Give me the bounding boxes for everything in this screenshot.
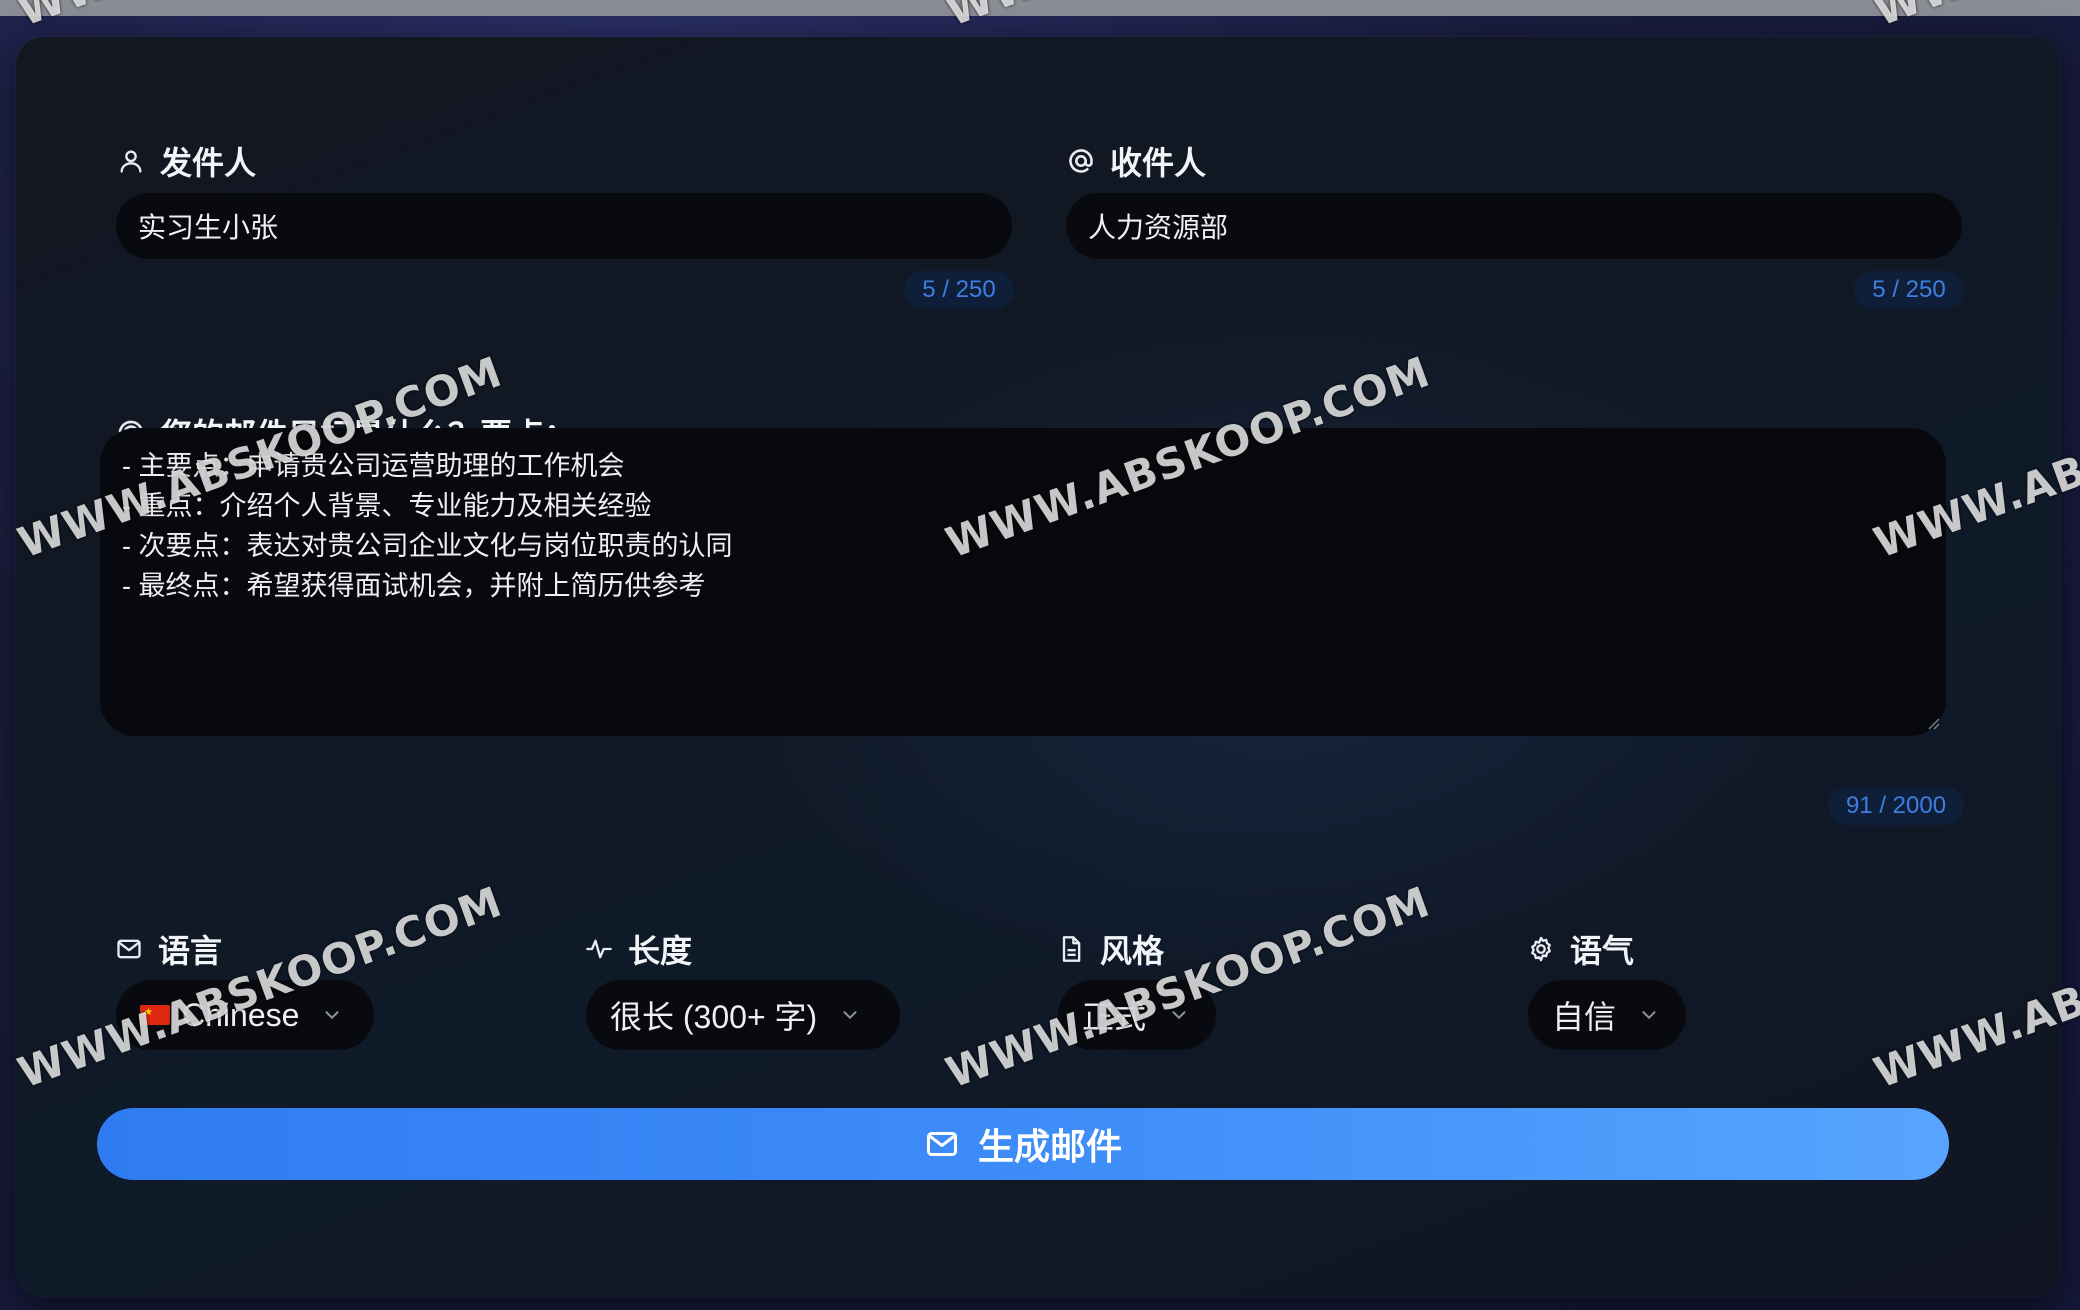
tone-select[interactable]: 自信 xyxy=(1528,980,1686,1050)
chevron-down-icon xyxy=(321,1004,343,1026)
chevron-down-icon xyxy=(1638,1004,1660,1026)
activity-icon xyxy=(584,934,614,964)
language-select-value: Chinese xyxy=(182,996,300,1033)
sender-label-text: 发件人 xyxy=(160,145,257,181)
language-label-text: 语言 xyxy=(158,933,223,969)
resize-handle-icon[interactable] xyxy=(1926,716,1940,730)
goal-textarea[interactable]: - 主要点：申请贵公司运营助理的工作机会 - 重点：介绍个人背景、专业能力及相关… xyxy=(100,428,1946,736)
goal-line: - 次要点：表达对贵公司企业文化与岗位职责的认同 xyxy=(122,531,733,561)
recipient-input[interactable]: 人力资源部 xyxy=(1066,193,1962,259)
mail-icon xyxy=(924,1126,960,1162)
chevron-down-icon xyxy=(839,1004,861,1026)
goal-char-counter: 91 / 2000 xyxy=(1828,787,1964,825)
generate-email-label: 生成邮件 xyxy=(977,1126,1122,1167)
language-select[interactable]: ★ Chinese xyxy=(116,980,374,1050)
recipient-label-text: 收件人 xyxy=(1110,145,1207,181)
china-flag-icon: ★ xyxy=(140,1005,170,1025)
user-icon xyxy=(116,146,146,176)
style-select-value: 正式 xyxy=(1082,999,1147,1035)
style-label-text: 风格 xyxy=(1100,933,1165,969)
tone-label-text: 语气 xyxy=(1570,933,1635,969)
generate-email-button[interactable]: 生成邮件 xyxy=(97,1108,1949,1180)
mail-icon xyxy=(114,934,144,964)
length-select[interactable]: 很长 (300+ 字) xyxy=(586,980,900,1050)
sender-input[interactable]: 实习生小张 xyxy=(116,193,1012,259)
sender-input-value: 实习生小张 xyxy=(138,212,279,243)
goal-line: - 主要点：申请贵公司运营助理的工作机会 xyxy=(122,451,625,481)
length-label: 长度 xyxy=(584,926,692,972)
document-icon xyxy=(1056,934,1086,964)
chevron-down-icon xyxy=(1168,1004,1190,1026)
at-sign-icon xyxy=(1066,146,1096,176)
language-label: 语言 xyxy=(114,926,222,972)
style-select[interactable]: 正式 xyxy=(1058,980,1216,1050)
window-top-strip xyxy=(0,0,2080,16)
style-label: 风格 xyxy=(1056,926,1164,972)
length-label-text: 长度 xyxy=(628,933,693,969)
tone-select-value: 自信 xyxy=(1552,999,1617,1035)
sender-char-counter: 5 / 250 xyxy=(904,271,1014,309)
recipient-input-value: 人力资源部 xyxy=(1088,212,1229,243)
recipient-label: 收件人 xyxy=(1066,138,1206,184)
recipient-char-counter: 5 / 250 xyxy=(1854,271,1964,309)
goal-line: - 最终点：希望获得面试机会，并附上简历供参考 xyxy=(122,571,706,601)
sender-label: 发件人 xyxy=(116,138,256,184)
tone-label: 语气 xyxy=(1526,926,1634,972)
length-select-value: 很长 (300+ 字) xyxy=(610,999,818,1035)
goal-line: - 重点：介绍个人背景、专业能力及相关经验 xyxy=(122,491,652,521)
gear-icon xyxy=(1526,934,1556,964)
